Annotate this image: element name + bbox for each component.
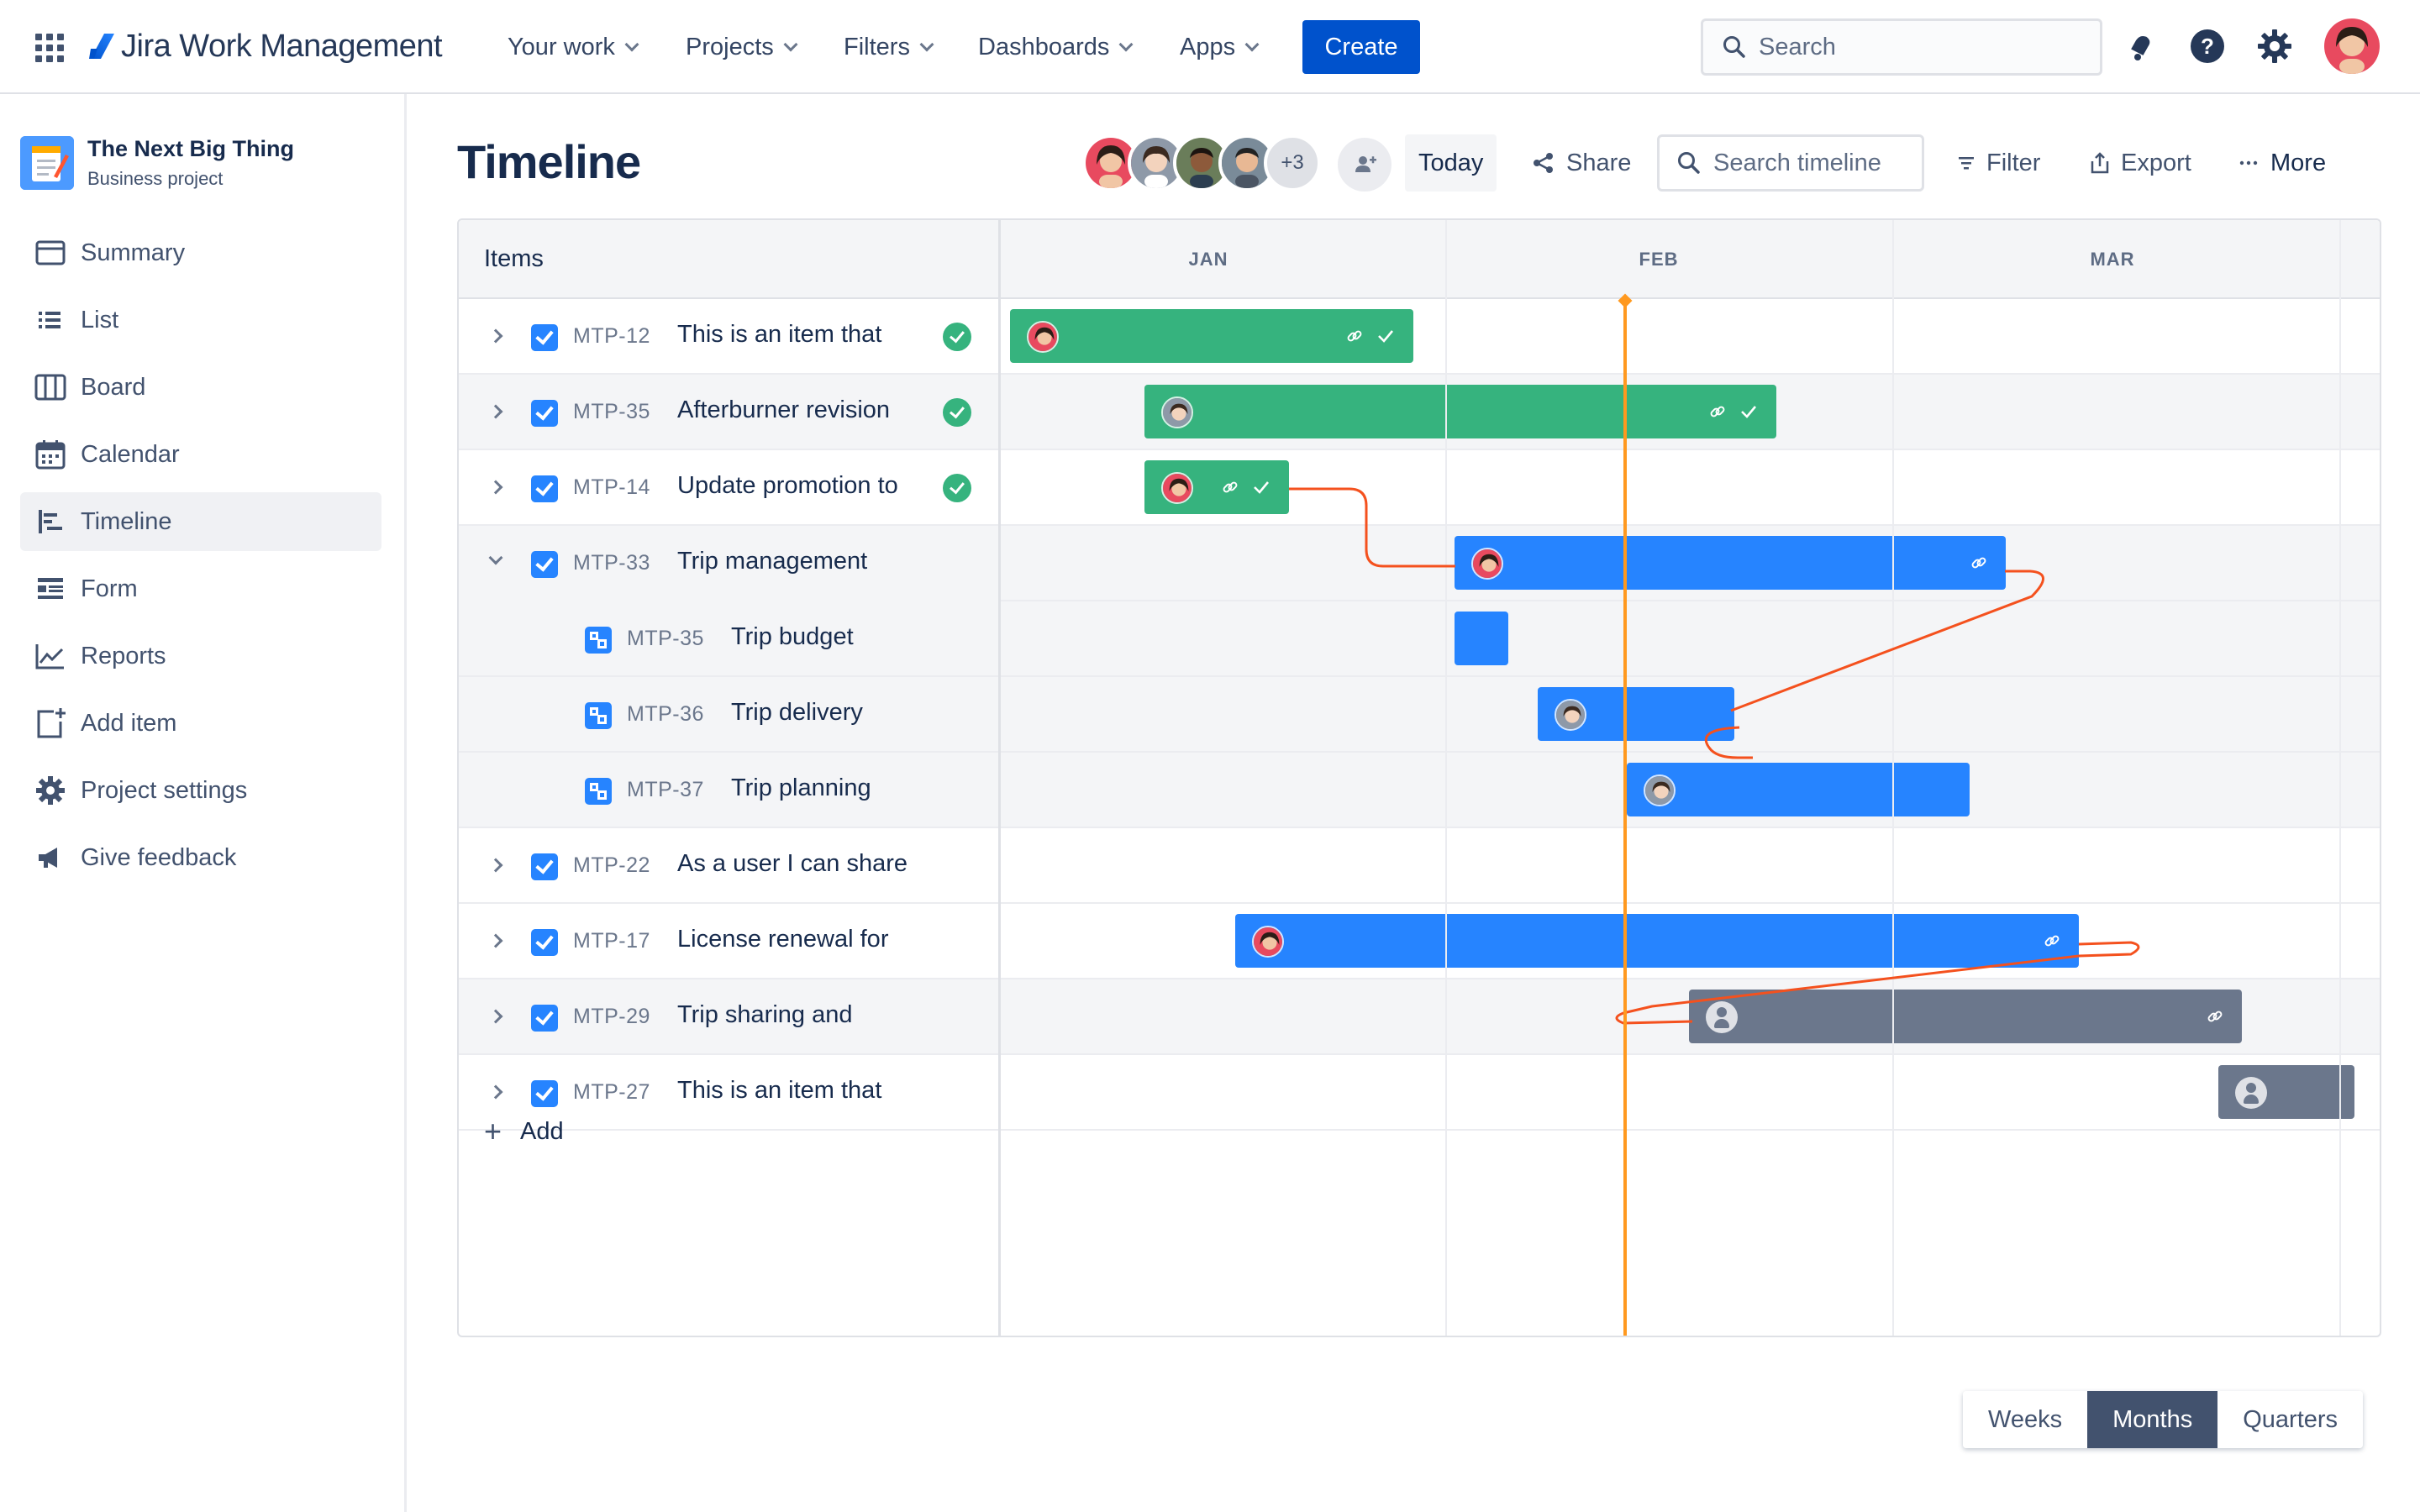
top-navigation: Jira Work Management Your work Projects … [0,0,2420,94]
export-icon [2091,152,2109,174]
search-placeholder: Search timeline [1713,149,1881,176]
sidebar-item-form[interactable]: Form [20,559,381,618]
share-button[interactable]: Share [1518,134,1644,192]
timeline-zoom-switch[interactable]: Weeks Months Quarters [1963,1391,2364,1448]
dependency-lines [1289,487,2140,1025]
user-avatar-icon [2324,18,2380,74]
nav-dashboards[interactable]: Dashboards [978,30,1134,64]
project-name: The Next Big Thing [87,136,294,161]
more-dots-icon [2239,160,2258,165]
sidebar-item-summary[interactable]: Summary [20,223,381,282]
sidebar-item-label: Give feedback [81,843,237,871]
sidebar-item-project-settings[interactable]: Project settings [20,761,381,820]
sidebar-item-give-feedback[interactable]: Give feedback [20,828,381,887]
calendar-icon [35,440,66,470]
more-label: More [2270,149,2327,176]
sidebar-item-list[interactable]: List [20,291,381,349]
filter-label: Filter [1986,149,2041,176]
board-icon [34,374,66,401]
dependency-line [1289,487,1455,568]
notepad-icon [20,136,74,190]
project-icon[interactable] [20,136,74,190]
dependency-line [1730,570,2044,712]
add-people-button[interactable] [1338,138,1392,192]
sidebar-item-calendar[interactable]: Calendar [20,425,381,484]
sidebar-item-timeline[interactable]: Timeline [20,492,381,551]
chevron-down-icon [1118,37,1134,52]
sidebar-item-label: Summary [81,239,186,266]
chevron-down-icon [1244,37,1260,52]
help-icon[interactable]: ? [2188,27,2227,66]
page-title: Timeline [457,135,641,188]
today-marker-line [1623,299,1627,1336]
timeline-search-input[interactable]: Search timeline [1657,134,1924,192]
sidebar-item-label: Add item [81,709,177,737]
dependency-line [1615,941,2140,1025]
sidebar-item-label: Board [81,373,146,401]
nav-label: Apps [1180,33,1236,60]
filter-icon [1959,157,1974,170]
nav-label: Dashboards [978,33,1110,60]
product-name: Jira Work Management [121,28,443,64]
sidebar-item-label: Reports [81,642,166,669]
summary-icon [35,240,66,265]
nav-your-work[interactable]: Your work [508,30,639,64]
add-item-icon [37,708,66,738]
settings-gear-icon[interactable] [2255,27,2294,66]
sidebar-item-label: List [81,306,119,333]
profile-avatar[interactable] [2324,18,2380,74]
chevron-down-icon [919,37,934,52]
nav-label: Your work [508,33,615,60]
sidebar-item-label: Project settings [81,776,248,804]
reports-icon [35,644,64,669]
product-logo[interactable]: Jira Work Management [87,25,443,67]
nav-label: Filters [844,33,910,60]
app-switcher-icon[interactable] [35,34,64,62]
search-placeholder: Search [1759,33,1836,60]
timeline-grid: Items JAN FEB MAR MTP-12 This is an item … [457,218,2381,1337]
form-icon [38,578,63,599]
nav-projects[interactable]: Projects [686,30,798,64]
sidebar-item-reports[interactable]: Reports [20,627,381,685]
timeline-icon [39,510,62,533]
create-button[interactable]: Create [1302,20,1420,74]
dependency-line [1704,726,1753,759]
sidebar-item-label: Calendar [81,440,180,468]
global-search-input[interactable]: Search [1701,18,2102,76]
sidebar-item-board[interactable]: Board [20,358,381,417]
gear-icon [36,776,65,805]
share-label: Share [1566,149,1632,176]
sidebar-item-add-item[interactable]: Add item [20,694,381,753]
list-icon [39,312,60,328]
export-button[interactable]: Export [2075,134,2205,192]
share-icon [1534,153,1553,173]
chevron-down-icon [624,37,639,52]
search-icon [1723,36,1745,58]
chevron-down-icon [783,37,798,52]
people-avatar-group[interactable]: +3 [1082,134,1321,192]
export-label: Export [2121,149,2191,176]
jira-logo-icon [89,34,114,59]
sidebar-item-label: Timeline [81,507,172,535]
project-sidebar: The Next Big Thing Business project Summ… [0,94,407,1512]
project-type: Business project [87,168,224,189]
sidebar-item-label: Form [81,575,138,602]
nav-apps[interactable]: Apps [1180,30,1260,64]
more-button[interactable]: More [2225,134,2339,192]
more-people-count[interactable]: +3 [1264,134,1321,192]
megaphone-icon [39,848,57,868]
today-button[interactable]: Today [1405,134,1497,192]
zoom-months-button[interactable]: Months [2087,1391,2218,1448]
search-icon [1678,152,1700,174]
svg-text:?: ? [2201,34,2214,59]
nav-filters[interactable]: Filters [844,30,934,64]
add-person-icon [1355,156,1376,172]
zoom-weeks-button[interactable]: Weeks [1963,1391,2088,1448]
notifications-icon[interactable] [2121,27,2160,66]
nav-label: Projects [686,33,774,60]
zoom-quarters-button[interactable]: Quarters [2217,1391,2364,1448]
filter-button[interactable]: Filter [1943,134,2054,192]
